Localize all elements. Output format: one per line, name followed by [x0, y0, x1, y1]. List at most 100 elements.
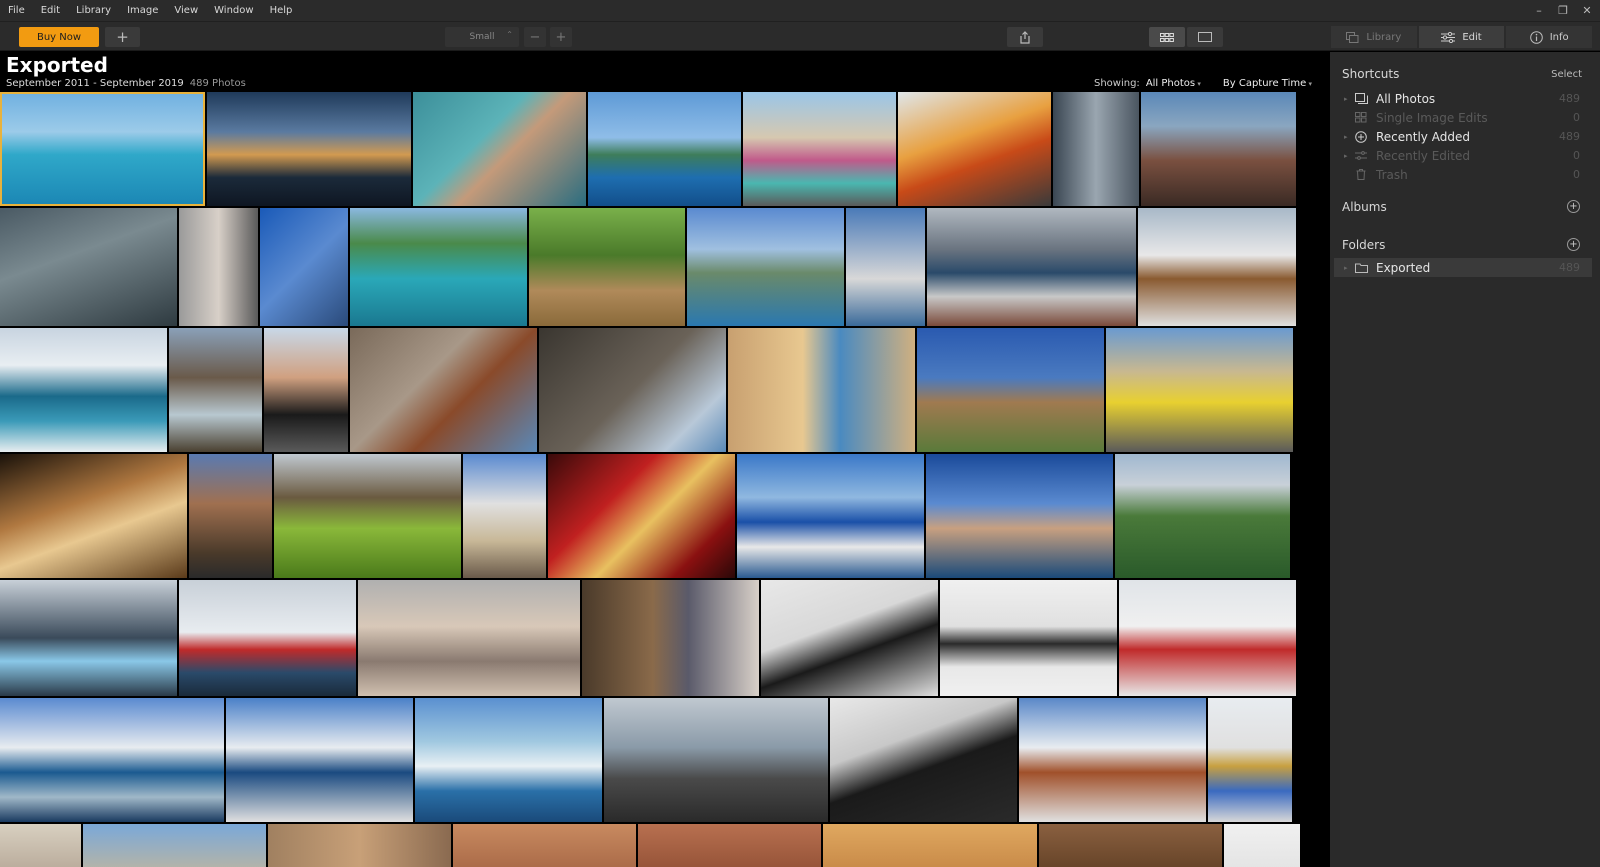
- minimize-icon[interactable]: –: [1532, 4, 1546, 17]
- menu-help[interactable]: Help: [262, 0, 301, 21]
- photo-thumbnail[interactable]: [1141, 92, 1296, 206]
- photo-thumbnail[interactable]: [743, 92, 896, 206]
- photo-thumbnail[interactable]: [189, 454, 272, 578]
- photo-thumbnail[interactable]: [350, 328, 537, 452]
- folder-exported[interactable]: ▸ Exported 489: [1334, 258, 1592, 277]
- photo-thumbnail[interactable]: [604, 698, 828, 822]
- menu-edit[interactable]: Edit: [33, 0, 68, 21]
- photo-thumbnail[interactable]: [264, 328, 348, 452]
- photo-thumbnail[interactable]: [0, 824, 81, 867]
- photo-thumbnail[interactable]: [268, 824, 451, 867]
- photo-thumbnail[interactable]: [413, 92, 586, 206]
- photo-thumbnail[interactable]: [898, 92, 1051, 206]
- photo-thumbnail[interactable]: [0, 454, 187, 578]
- photo-thumbnail[interactable]: [529, 208, 685, 326]
- photo-thumbnail[interactable]: [728, 328, 915, 452]
- shortcut-trash[interactable]: Trash 0: [1330, 165, 1592, 184]
- single-view-button[interactable]: [1187, 27, 1223, 47]
- photo-thumbnail[interactable]: [1053, 92, 1139, 206]
- photo-thumbnail[interactable]: [1039, 824, 1222, 867]
- shortcut-count: 0: [1573, 168, 1580, 181]
- shortcut-all-photos[interactable]: ▸ All Photos 489: [1330, 89, 1592, 108]
- photo-thumbnail[interactable]: [350, 208, 527, 326]
- shortcut-single-image-edits[interactable]: Single Image Edits 0: [1330, 108, 1592, 127]
- menu-image[interactable]: Image: [119, 0, 166, 21]
- filter-dropdown[interactable]: All Photos: [1146, 78, 1201, 89]
- photo-thumbnail[interactable]: [207, 92, 411, 206]
- photo-thumbnail[interactable]: [358, 580, 580, 696]
- tab-info[interactable]: Info: [1506, 26, 1593, 48]
- page-title: Exported: [6, 53, 108, 77]
- photo-thumbnail[interactable]: [226, 698, 413, 822]
- photo-thumbnail[interactable]: [1019, 698, 1206, 822]
- select-link[interactable]: Select: [1551, 69, 1582, 80]
- buy-now-button[interactable]: Buy Now: [19, 27, 99, 47]
- photo-thumbnail[interactable]: [1224, 824, 1300, 867]
- albums-title: Albums: [1342, 200, 1387, 214]
- photo-thumbnail[interactable]: [169, 328, 262, 452]
- tab-library[interactable]: Library: [1331, 26, 1417, 48]
- photo-thumbnail[interactable]: [926, 454, 1113, 578]
- sort-dropdown[interactable]: By Capture Time: [1223, 78, 1312, 89]
- photo-thumbnail[interactable]: [737, 454, 924, 578]
- close-icon[interactable]: ✕: [1580, 4, 1594, 17]
- photo-thumbnail[interactable]: [940, 580, 1117, 696]
- thumbnail-size-select[interactable]: Small ⌃: [445, 27, 519, 47]
- chevron-right-icon: ▸: [1344, 263, 1348, 272]
- zoom-in-button[interactable]: +: [550, 27, 572, 47]
- photo-thumbnail[interactable]: [274, 454, 461, 578]
- photo-thumbnail[interactable]: [0, 208, 177, 326]
- photo-thumbnail[interactable]: [1106, 328, 1293, 452]
- menu-view[interactable]: View: [166, 0, 206, 21]
- photo-thumbnail[interactable]: [453, 824, 636, 867]
- photo-thumbnail[interactable]: [687, 208, 844, 326]
- photo-thumbnail[interactable]: [0, 698, 224, 822]
- restore-icon[interactable]: ❐: [1556, 4, 1570, 17]
- menu-window[interactable]: Window: [206, 0, 261, 21]
- photo-thumbnail[interactable]: [179, 208, 258, 326]
- photo-thumbnail[interactable]: [260, 208, 348, 326]
- grid-icon: [1354, 112, 1368, 124]
- chevron-right-icon: ▸: [1344, 132, 1348, 141]
- photo-thumbnail[interactable]: [415, 698, 602, 822]
- shortcut-recently-edited[interactable]: ▸ Recently Edited 0: [1330, 146, 1592, 165]
- shortcut-recently-added[interactable]: ▸ Recently Added 489: [1330, 127, 1592, 146]
- photo-thumbnail[interactable]: [1138, 208, 1296, 326]
- photo-thumbnail[interactable]: [917, 328, 1104, 452]
- shortcut-label: Recently Edited: [1376, 148, 1470, 163]
- photo-thumbnail[interactable]: [1119, 580, 1296, 696]
- add-album-icon[interactable]: +: [1567, 200, 1580, 213]
- menu-library[interactable]: Library: [68, 0, 119, 21]
- photo-row: [0, 824, 1300, 867]
- photo-thumbnail[interactable]: [0, 92, 205, 206]
- photo-thumbnail[interactable]: [588, 92, 741, 206]
- photo-row: [0, 208, 1296, 326]
- menu-file[interactable]: File: [0, 0, 33, 21]
- photo-thumbnail[interactable]: [927, 208, 1136, 326]
- photo-thumbnail[interactable]: [1115, 454, 1290, 578]
- photo-thumbnail[interactable]: [0, 580, 177, 696]
- photo-row: [0, 92, 1296, 206]
- trash-icon: [1354, 169, 1368, 181]
- tab-edit[interactable]: Edit: [1418, 26, 1505, 48]
- photo-thumbnail[interactable]: [83, 824, 266, 867]
- photo-thumbnail[interactable]: [830, 698, 1017, 822]
- folder-icon: [1354, 262, 1368, 274]
- photo-thumbnail[interactable]: [761, 580, 938, 696]
- share-button[interactable]: [1007, 27, 1043, 47]
- photo-thumbnail[interactable]: [548, 454, 735, 578]
- photo-thumbnail[interactable]: [582, 580, 759, 696]
- add-folder-icon[interactable]: +: [1567, 238, 1580, 251]
- photo-thumbnail[interactable]: [539, 328, 726, 452]
- photo-thumbnail[interactable]: [823, 824, 1037, 867]
- photo-thumbnail[interactable]: [463, 454, 546, 578]
- shortcut-count: 489: [1559, 92, 1580, 105]
- photo-thumbnail[interactable]: [0, 328, 167, 452]
- photo-thumbnail[interactable]: [179, 580, 356, 696]
- photo-thumbnail[interactable]: [1208, 698, 1292, 822]
- add-button[interactable]: +: [105, 27, 140, 47]
- photo-thumbnail[interactable]: [846, 208, 925, 326]
- zoom-out-button[interactable]: −: [524, 27, 546, 47]
- photo-thumbnail[interactable]: [638, 824, 821, 867]
- grid-view-button[interactable]: [1149, 27, 1185, 47]
